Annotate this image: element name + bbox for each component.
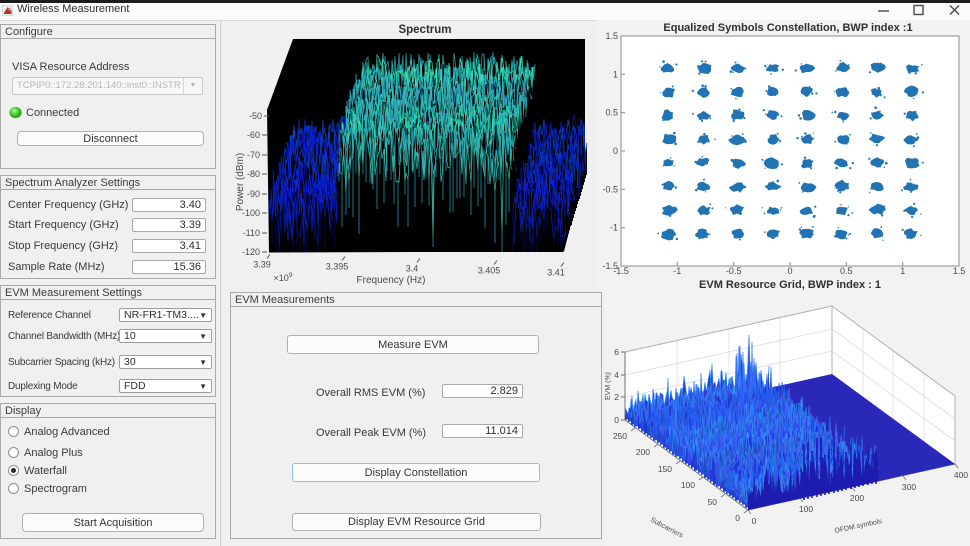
svg-text:100: 100 [681,480,695,490]
svg-text:250: 250 [613,431,627,441]
svg-text:1.5: 1.5 [605,31,618,41]
svg-text:0: 0 [613,146,618,156]
svg-text:1: 1 [900,266,905,276]
svg-text:-1: -1 [610,223,618,233]
svg-text:2: 2 [614,392,619,402]
svg-text:-1.5: -1.5 [613,266,629,276]
svg-text:3.4: 3.4 [406,264,419,274]
svg-text:4: 4 [614,370,619,380]
svg-text:EVM (%): EVM (%) [605,372,612,400]
svg-text:Frequency (Hz): Frequency (Hz) [357,275,426,286]
svg-text:0.5: 0.5 [605,108,618,118]
svg-text:3.395: 3.395 [326,262,349,272]
svg-text:0.5: 0.5 [840,266,853,276]
svg-text:-90: -90 [247,189,260,199]
svg-text:Spectrum: Spectrum [398,24,451,36]
svg-text:-0.5: -0.5 [726,266,742,276]
svg-text:-1: -1 [673,266,681,276]
svg-text:200: 200 [850,493,864,503]
svg-text:6: 6 [614,347,619,357]
svg-text:3.405: 3.405 [478,266,501,276]
svg-text:0: 0 [735,513,740,523]
svg-text:EVM Resource Grid, BWP index :: EVM Resource Grid, BWP index : 1 [699,279,881,291]
svg-text:3.39: 3.39 [253,260,271,270]
svg-text:0: 0 [614,415,619,425]
svg-text:-120: -120 [242,247,260,257]
svg-text:-0.5: -0.5 [602,184,618,194]
svg-text:-50: -50 [249,111,262,121]
svg-text:-70: -70 [247,150,260,160]
svg-text:400: 400 [954,470,968,480]
svg-text:3.41: 3.41 [547,268,565,278]
svg-text:-110: -110 [243,228,260,238]
svg-text:Equalized Symbols Constellatio: Equalized Symbols Constellation, BWP ind… [663,22,912,34]
svg-text:×109: ×109 [274,272,293,283]
svg-text:0: 0 [787,266,792,276]
svg-text:0: 0 [752,516,757,526]
svg-text:-80: -80 [247,169,260,179]
svg-text:1.5: 1.5 [953,266,966,276]
svg-text:100: 100 [799,504,813,514]
svg-text:50: 50 [708,497,718,507]
svg-text:150: 150 [658,464,672,474]
svg-text:Power (dBm): Power (dBm) [235,153,246,211]
svg-text:1: 1 [613,69,618,79]
svg-text:200: 200 [636,447,650,457]
svg-text:300: 300 [902,482,916,492]
svg-text:-60: -60 [247,130,260,140]
